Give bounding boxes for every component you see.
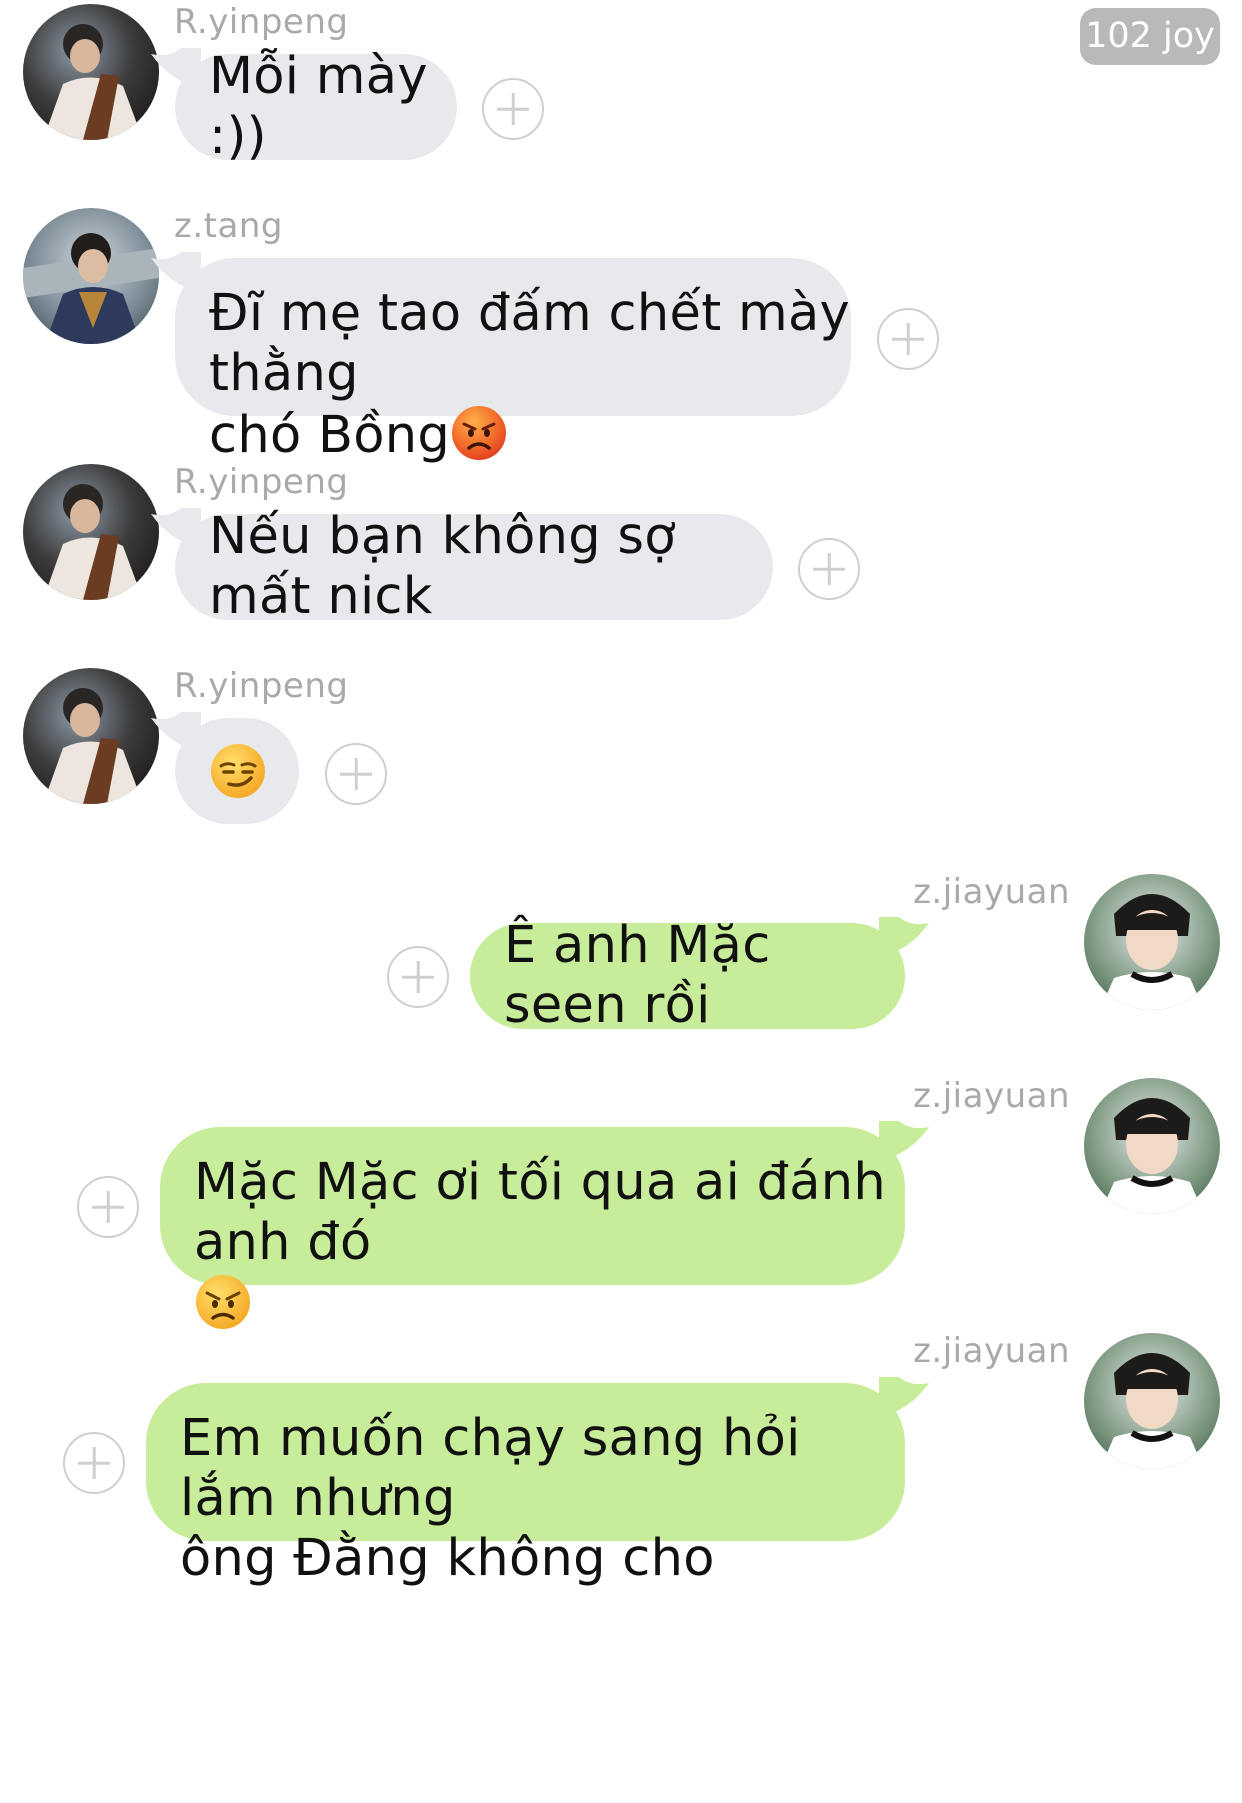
message-bubble[interactable]: Mặc Mặc ơi tối qua ai đánh anh đó (160, 1121, 929, 1329)
sender-name: z.jiayuan (913, 1076, 1070, 1116)
message-text: Ê anh Mặc seen rồi (504, 916, 771, 1035)
message-bubble[interactable]: Em muốn chạy sang hỏi lắm nhưng ông Đằng… (146, 1377, 929, 1588)
pouting-face-icon (450, 404, 508, 462)
message-text-line: Mặc Mặc ơi tối qua ai đánh anh đó (194, 1153, 887, 1272)
bubble-tail (151, 48, 201, 88)
sender-name: z.tang (174, 206, 283, 246)
message-bubble[interactable]: Đĩ mẹ tao đấm chết mày thằng chó Bồng (151, 252, 851, 465)
add-reaction-button[interactable] (63, 1432, 125, 1494)
avatar[interactable] (23, 208, 159, 344)
message-text-line (194, 1273, 905, 1335)
avatar[interactable] (1084, 874, 1220, 1010)
sender-name: z.jiayuan (913, 872, 1070, 912)
message-bubble[interactable]: Nếu bạn không sợ mất nick (151, 507, 773, 626)
add-reaction-button[interactable] (798, 538, 860, 600)
bubble-tail (879, 917, 929, 957)
add-reaction-button[interactable] (387, 946, 449, 1008)
avatar[interactable] (23, 464, 159, 600)
message-bubble[interactable] (151, 712, 299, 824)
message-text: Mỗi mày :)) (209, 47, 428, 166)
add-reaction-button[interactable] (482, 78, 544, 140)
angry-face-icon (194, 1273, 252, 1331)
message-text-line: Đĩ mẹ tao đấm chết mày thằng (209, 284, 851, 403)
message-bubble[interactable]: Mỗi mày :)) (151, 47, 457, 166)
bubble-tail (879, 1377, 929, 1417)
avatar[interactable] (23, 4, 159, 140)
smirking-face-icon (209, 742, 267, 800)
bubble-tail (151, 508, 201, 548)
message-text: Nếu bạn không sợ mất nick (209, 507, 676, 626)
joy-count-badge: 102 joy (1080, 8, 1220, 65)
message-text-line: ông Đằng không cho (180, 1529, 715, 1588)
add-reaction-button[interactable] (877, 308, 939, 370)
sender-name: R.yinpeng (174, 666, 349, 706)
avatar[interactable] (23, 668, 159, 804)
message-text-line: chó Bồng (209, 404, 851, 466)
bubble-tail (879, 1121, 929, 1161)
add-reaction-button[interactable] (77, 1176, 139, 1238)
add-reaction-button[interactable] (325, 743, 387, 805)
bubble-tail (151, 712, 201, 752)
message-bubble[interactable]: Ê anh Mặc seen rồi (470, 916, 929, 1035)
bubble-tail (151, 252, 201, 292)
avatar[interactable] (1084, 1078, 1220, 1214)
sender-name: R.yinpeng (174, 462, 349, 502)
sender-name: R.yinpeng (174, 2, 349, 42)
sender-name: z.jiayuan (913, 1331, 1070, 1371)
message-text-line: Em muốn chạy sang hỏi lắm nhưng (180, 1409, 801, 1528)
avatar[interactable] (1084, 1333, 1220, 1469)
